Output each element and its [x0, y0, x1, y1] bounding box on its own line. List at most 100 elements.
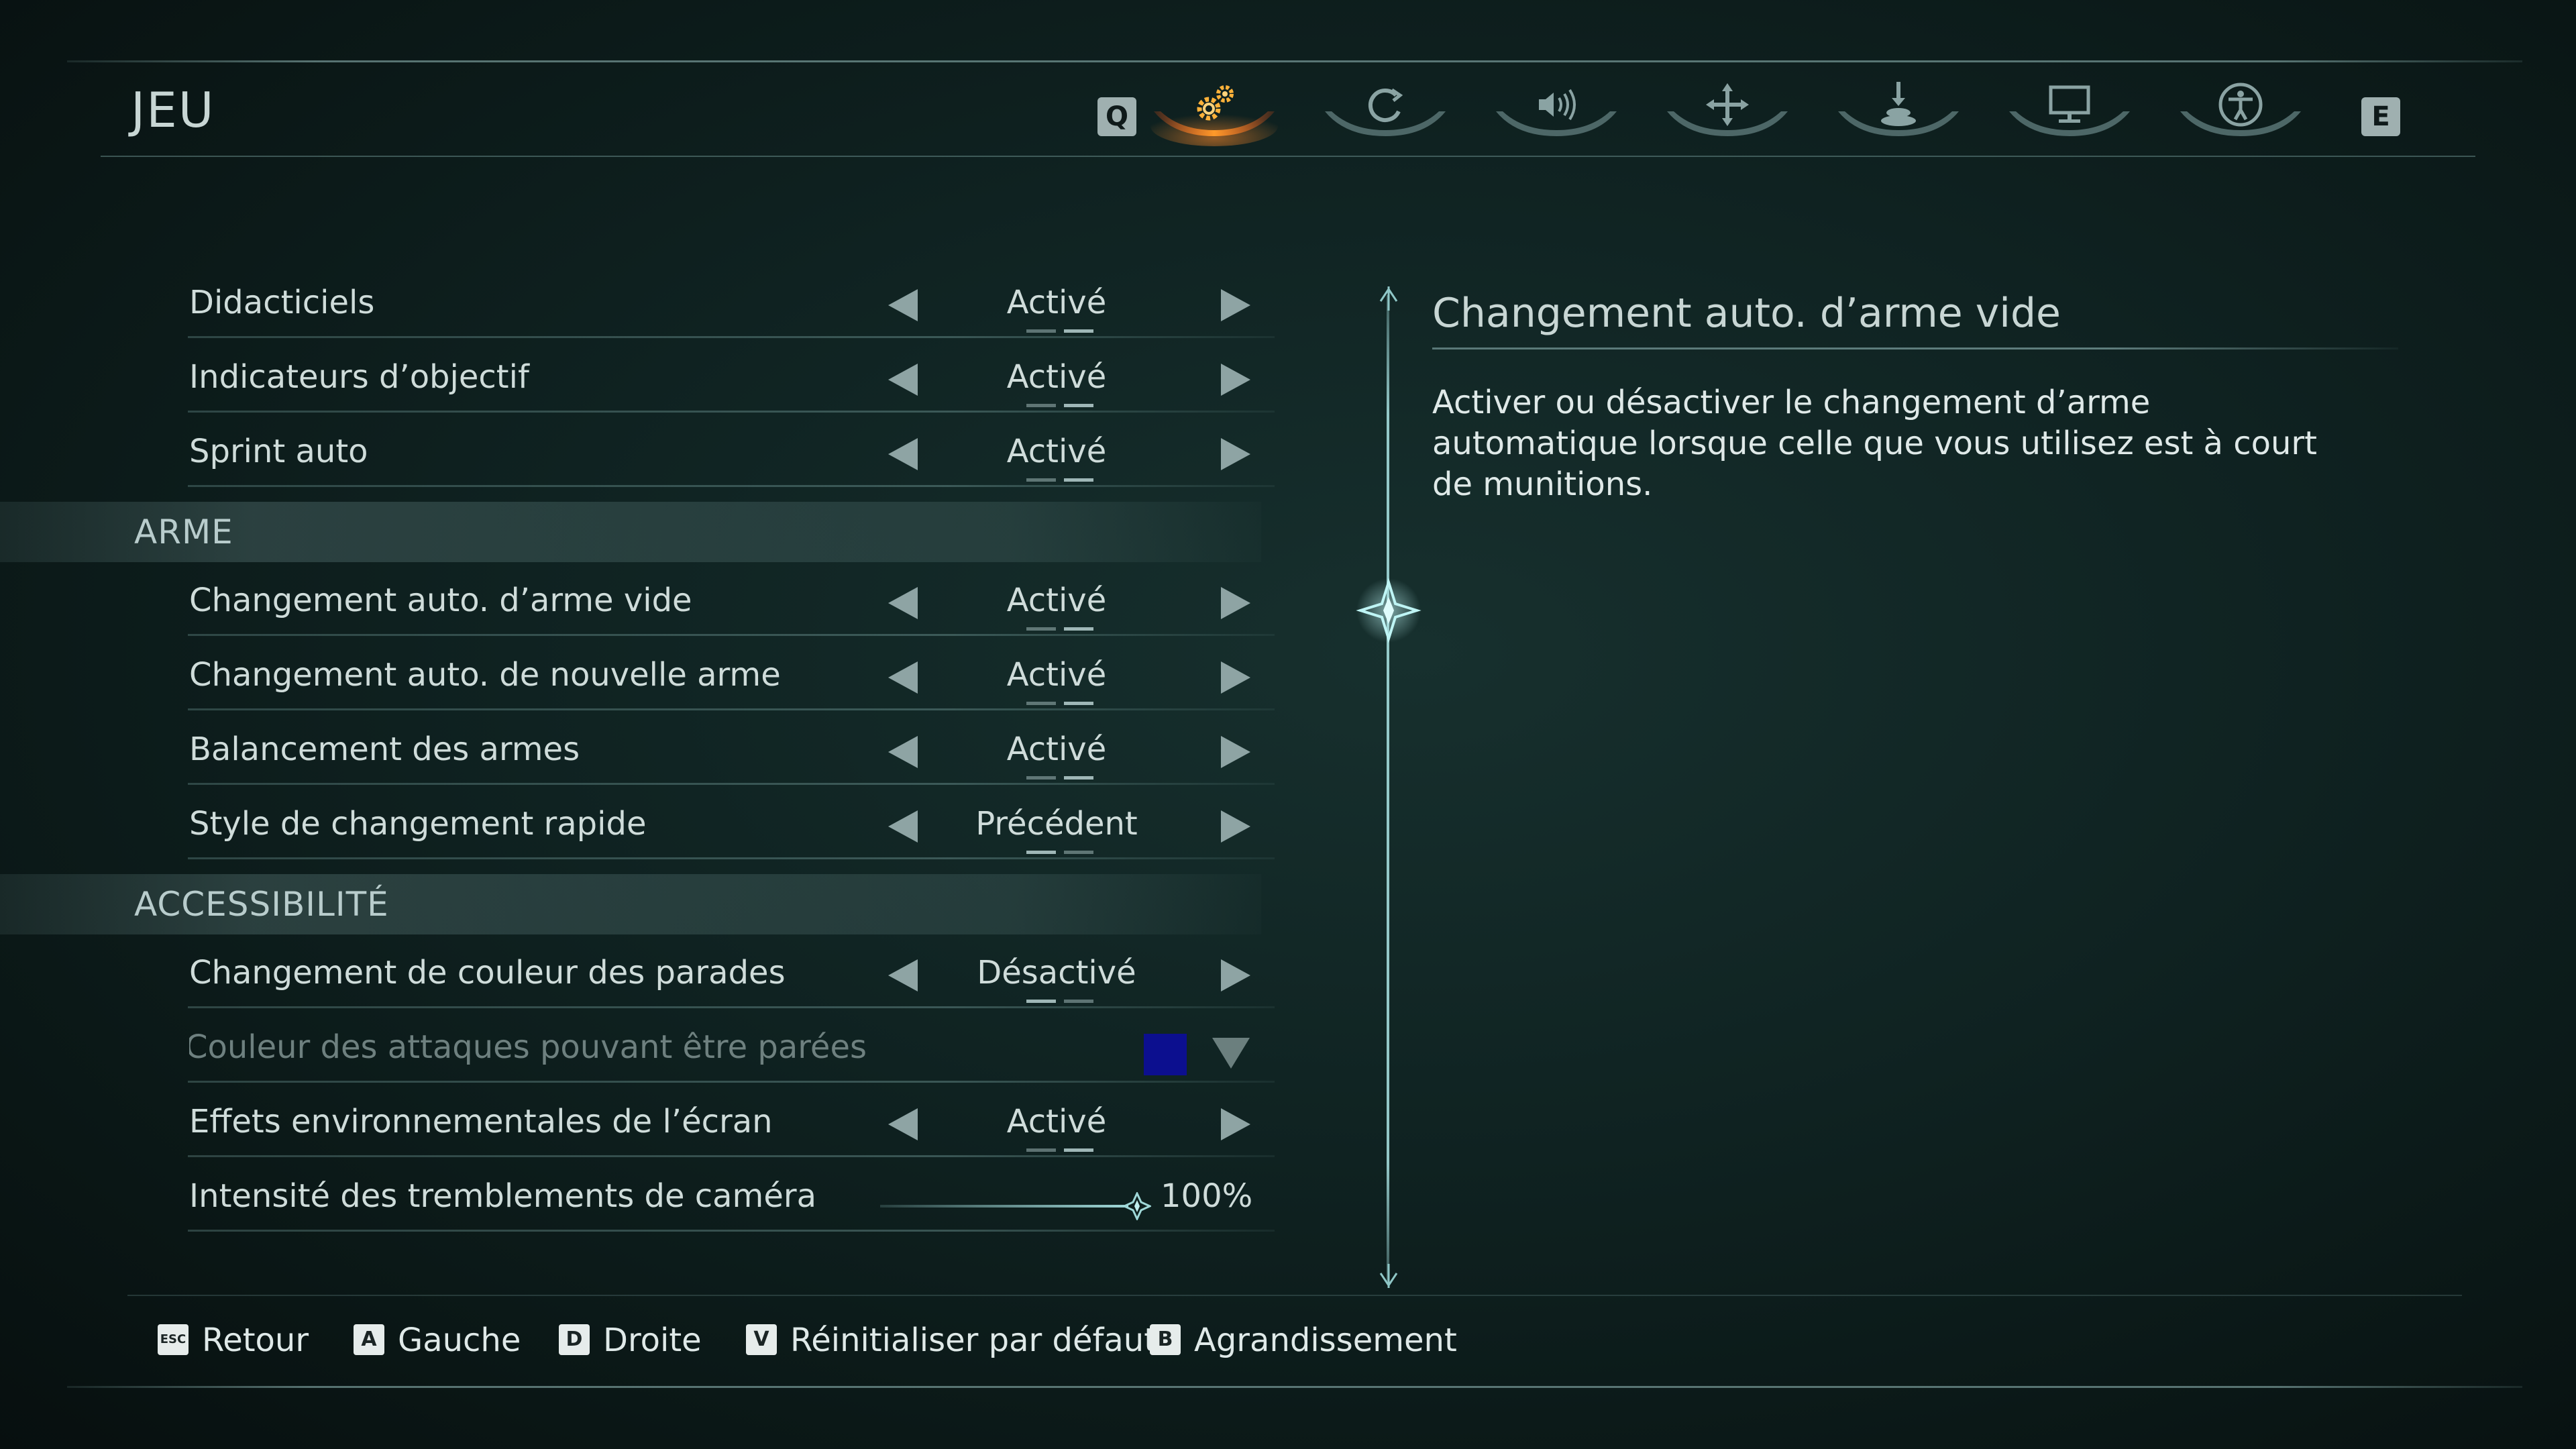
row-divider — [188, 411, 1275, 413]
row-divider — [188, 1155, 1275, 1157]
increase-arrow[interactable] — [1221, 289, 1250, 321]
hint-label: Agrandissement — [1194, 1322, 1457, 1359]
tab-controls[interactable] — [1318, 72, 1452, 146]
setting-value: Activé — [1006, 582, 1107, 619]
decrease-arrow[interactable] — [888, 587, 918, 619]
increase-arrow[interactable] — [1221, 1108, 1250, 1140]
monitor-icon — [2049, 85, 2090, 123]
increase-arrow[interactable] — [1221, 736, 1250, 768]
decrease-arrow[interactable] — [888, 810, 918, 843]
option-dashes — [1026, 1000, 1093, 1003]
option-dashes — [1026, 851, 1093, 854]
section-title: ACCESSIBILITÉ — [134, 885, 389, 924]
setting-row-tutorials[interactable]: Didacticiels Activé — [188, 272, 1275, 345]
row-divider — [188, 485, 1275, 487]
option-dashes — [1026, 627, 1093, 631]
setting-row-parryable-attack-color[interactable]: Couleur des attaques pouvant être parées — [188, 1016, 1275, 1090]
decrease-arrow[interactable] — [888, 438, 918, 470]
option-dashes — [1026, 702, 1093, 705]
row-divider — [188, 1230, 1275, 1232]
top-frame-line — [67, 60, 2522, 62]
setting-row-screen-effects[interactable]: Effets environnementales de l’écran Acti… — [188, 1091, 1275, 1165]
increase-arrow[interactable] — [1221, 587, 1250, 619]
scroll-up-icon[interactable] — [1368, 285, 1409, 312]
setting-row-weapon-sway[interactable]: Balancement des armes Activé — [188, 718, 1275, 792]
hint-right[interactable]: D Droite — [559, 1322, 702, 1362]
gears-icon — [1197, 85, 1234, 121]
tab-display[interactable] — [2002, 72, 2137, 146]
hint-back[interactable]: ESC Retour — [158, 1322, 309, 1362]
setting-row-objective-markers[interactable]: Indicateurs d’objectif Activé — [188, 346, 1275, 420]
section-header-weapon: ARME — [0, 502, 1261, 562]
setting-row-auto-sprint[interactable]: Sprint auto Activé — [188, 421, 1275, 494]
description-divider — [1432, 347, 2398, 350]
increase-arrow[interactable] — [1221, 364, 1250, 396]
option-dashes — [1026, 329, 1093, 333]
decrease-arrow[interactable] — [888, 959, 918, 991]
next-tab-key[interactable]: E — [2361, 97, 2400, 136]
hint-left[interactable]: A Gauche — [354, 1322, 521, 1362]
setting-value: Activé — [1006, 731, 1107, 768]
tab-crosshair[interactable] — [1660, 72, 1794, 146]
hint-label: Droite — [603, 1322, 702, 1359]
tab-game[interactable] — [1147, 72, 1281, 146]
decrease-arrow[interactable] — [888, 1108, 918, 1140]
key-badge: D — [559, 1324, 590, 1355]
setting-value: Activé — [1006, 1103, 1107, 1140]
scrollbar-thumb[interactable] — [1355, 577, 1422, 644]
setting-row-parry-color-change[interactable]: Changement de couleur des parades Désact… — [188, 942, 1275, 1016]
setting-row-auto-switch-empty[interactable]: Changement auto. d’arme vide Activé — [188, 570, 1275, 643]
setting-value: Activé — [1006, 433, 1107, 470]
row-divider — [188, 634, 1275, 636]
dropdown-arrow-icon[interactable] — [1212, 1038, 1250, 1069]
key-badge: A — [354, 1324, 384, 1355]
prev-tab-key[interactable]: Q — [1097, 97, 1136, 136]
setting-label: Sprint auto — [189, 433, 368, 470]
setting-label: Effets environnementales de l’écran — [189, 1103, 773, 1140]
scrollbar-track[interactable] — [1387, 295, 1389, 1281]
header: JEU Q E — [101, 67, 2475, 158]
hint-label: Retour — [202, 1322, 309, 1359]
setting-label: Changement auto. d’arme vide — [189, 582, 692, 619]
hint-reset-defaults[interactable]: V Réinitialiser par défaut — [746, 1322, 1157, 1362]
audio-icon — [1539, 89, 1576, 121]
key-badge: ESC — [158, 1324, 189, 1355]
setting-value: Activé — [1006, 284, 1107, 321]
slider-track[interactable] — [880, 1205, 1128, 1208]
setting-label: Indicateurs d’objectif — [189, 358, 529, 396]
setting-value: Activé — [1006, 358, 1107, 396]
decrease-arrow[interactable] — [888, 364, 918, 396]
hint-label: Gauche — [398, 1322, 521, 1359]
footer-divider — [127, 1295, 2462, 1296]
tab-audio[interactable] — [1489, 72, 1623, 146]
decrease-arrow[interactable] — [888, 736, 918, 768]
setting-row-auto-switch-new[interactable]: Changement auto. de nouvelle arme Activé — [188, 644, 1275, 718]
decrease-arrow[interactable] — [888, 661, 918, 694]
increase-arrow[interactable] — [1221, 661, 1250, 694]
crosshair-icon — [1706, 83, 1749, 126]
scroll-down-icon[interactable] — [1368, 1263, 1409, 1289]
tab-joystick[interactable] — [1831, 72, 1966, 146]
increase-arrow[interactable] — [1221, 810, 1250, 843]
key-badge: V — [746, 1324, 777, 1355]
color-swatch[interactable] — [1144, 1034, 1187, 1075]
setting-value: Activé — [1006, 656, 1107, 694]
section-header-accessibility: ACCESSIBILITÉ — [0, 874, 1261, 934]
hint-zoom[interactable]: B Agrandissement — [1150, 1322, 1457, 1362]
page-title: JEU — [131, 82, 215, 138]
row-divider — [188, 1081, 1275, 1083]
increase-arrow[interactable] — [1221, 959, 1250, 991]
joystick-icon — [1881, 82, 1916, 126]
section-title: ARME — [134, 513, 233, 551]
decrease-arrow[interactable] — [888, 289, 918, 321]
tab-accessibility[interactable] — [2174, 72, 2308, 146]
slider-handle[interactable] — [1123, 1192, 1151, 1220]
accessibility-icon — [2218, 83, 2263, 127]
option-dashes — [1026, 776, 1093, 780]
setting-row-quick-switch-style[interactable]: Style de changement rapide Précédent — [188, 793, 1275, 867]
increase-arrow[interactable] — [1221, 438, 1250, 470]
slider-value: 100% — [1161, 1177, 1253, 1215]
option-dashes — [1026, 478, 1093, 482]
setting-row-camera-shake[interactable]: Intensité des tremblements de caméra 100… — [188, 1165, 1275, 1239]
setting-value: Précédent — [975, 805, 1138, 843]
